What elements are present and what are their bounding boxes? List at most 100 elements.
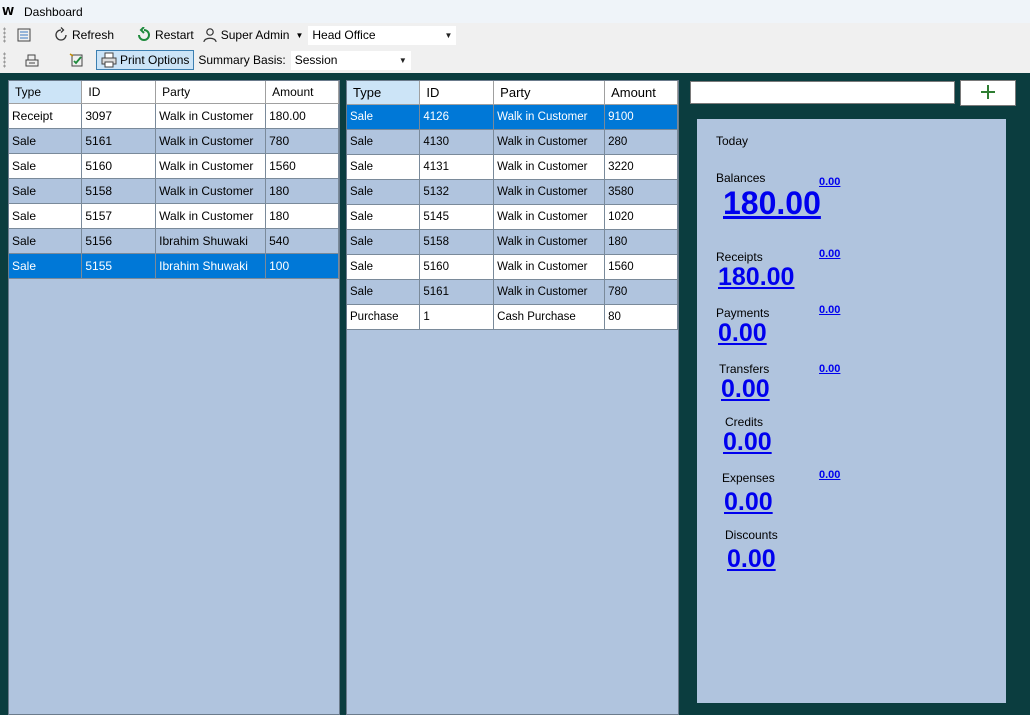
cell-amount[interactable]: 1020	[604, 204, 678, 230]
table-row[interactable]: Sale 5157 Walk in Customer 180	[9, 203, 339, 229]
cell-amount[interactable]: 100	[265, 253, 339, 279]
cell-id[interactable]: 4126	[419, 104, 495, 130]
cell-id[interactable]: 4131	[419, 154, 495, 180]
approve-button[interactable]	[65, 50, 92, 70]
table-row[interactable]: Sale 5158 Walk in Customer 180	[9, 178, 339, 204]
receipts-value-link[interactable]: 180.00	[718, 263, 794, 292]
cell-party[interactable]: Walk in Customer	[155, 128, 267, 154]
cell-type[interactable]: Sale	[347, 154, 421, 180]
balances-prev-link[interactable]: 0.00	[819, 176, 840, 188]
cell-type[interactable]: Sale	[347, 254, 421, 280]
toolbar-grip[interactable]	[3, 27, 6, 43]
column-header-party[interactable]: Party	[493, 81, 606, 105]
cell-id[interactable]: 1	[419, 304, 495, 330]
cell-type[interactable]: Sale	[9, 203, 83, 229]
table-row[interactable]: Receipt 3097 Walk in Customer 180.00	[9, 103, 339, 129]
column-header-type[interactable]: Type	[9, 81, 83, 104]
column-header-amount[interactable]: Amount	[265, 81, 339, 104]
cell-amount[interactable]: 1560	[265, 153, 339, 179]
branch-select[interactable]: Head Office ▼	[307, 24, 458, 46]
cell-amount[interactable]: 1560	[604, 254, 678, 280]
cell-type[interactable]: Sale	[9, 178, 83, 204]
cell-type[interactable]: Sale	[347, 229, 421, 255]
recent-transactions-grid[interactable]: Type ID Party Amount Receipt 3097 Walk in …	[8, 80, 340, 715]
cell-amount[interactable]: 180	[265, 178, 339, 204]
cell-party[interactable]: Walk in Customer	[155, 103, 267, 129]
cell-party[interactable]: Walk in Customer	[493, 254, 606, 280]
table-row[interactable]: Sale 5155 Ibrahim Shuwaki 100	[9, 253, 339, 279]
cell-id[interactable]: 5156	[81, 228, 157, 254]
add-button[interactable]	[960, 80, 1016, 106]
balances-value-link[interactable]: 180.00	[723, 185, 821, 222]
cell-type[interactable]: Sale	[347, 129, 421, 155]
cell-party[interactable]: Walk in Customer	[155, 153, 267, 179]
column-header-type[interactable]: Type	[347, 81, 421, 105]
cell-type[interactable]: Sale	[9, 153, 83, 179]
payments-value-link[interactable]: 0.00	[718, 319, 767, 348]
cell-id[interactable]: 5157	[81, 203, 157, 229]
cell-id[interactable]: 5158	[81, 178, 157, 204]
table-row[interactable]: Sale 4131 Walk in Customer 3220	[347, 154, 678, 180]
cell-type[interactable]: Sale	[9, 228, 83, 254]
table-row[interactable]: Sale 5158 Walk in Customer 180	[347, 229, 678, 255]
cash-register-button[interactable]	[20, 50, 47, 70]
cell-party[interactable]: Ibrahim Shuwaki	[155, 228, 267, 254]
payments-prev-link[interactable]: 0.00	[819, 304, 840, 316]
table-row[interactable]: Sale 5156 Ibrahim Shuwaki 540	[9, 228, 339, 254]
cell-amount[interactable]: 3580	[604, 179, 678, 205]
summary-basis-select[interactable]: Session ▼	[289, 49, 412, 71]
cell-party[interactable]: Walk in Customer	[493, 204, 606, 230]
cell-amount[interactable]: 80	[604, 304, 678, 330]
cell-id[interactable]: 5145	[419, 204, 495, 230]
table-row[interactable]: Sale 4130 Walk in Customer 280	[347, 129, 678, 155]
user-menu-button[interactable]: Super Admin ▼	[198, 25, 308, 45]
cell-party[interactable]: Cash Purchase	[493, 304, 606, 330]
table-row[interactable]: Sale 5160 Walk in Customer 1560	[347, 254, 678, 280]
cell-amount[interactable]: 3220	[604, 154, 678, 180]
column-header-amount[interactable]: Amount	[604, 81, 678, 105]
cell-type[interactable]: Sale	[347, 104, 421, 130]
print-options-button[interactable]: Print Options	[96, 50, 195, 70]
cell-amount[interactable]: 780	[604, 279, 678, 305]
cell-amount[interactable]: 180	[604, 229, 678, 255]
expenses-prev-link[interactable]: 0.00	[819, 469, 840, 481]
cell-party[interactable]: Walk in Customer	[493, 279, 606, 305]
cell-id[interactable]: 3097	[81, 103, 157, 129]
transfers-prev-link[interactable]: 0.00	[819, 363, 840, 375]
table-row[interactable]: Sale 5145 Walk in Customer 1020	[347, 204, 678, 230]
cell-party[interactable]: Walk in Customer	[493, 104, 606, 130]
session-transactions-grid[interactable]: Type ID Party Amount Sale 4126 Walk in Cus…	[346, 80, 679, 715]
cell-type[interactable]: Sale	[9, 253, 83, 279]
cell-type[interactable]: Sale	[9, 128, 83, 154]
credits-value-link[interactable]: 0.00	[723, 428, 772, 457]
cell-type[interactable]: Sale	[347, 279, 421, 305]
cell-party[interactable]: Ibrahim Shuwaki	[155, 253, 267, 279]
column-header-id[interactable]: ID	[419, 81, 495, 105]
refresh-button[interactable]: Refresh	[49, 25, 118, 45]
cell-id[interactable]: 5132	[419, 179, 495, 205]
cell-id[interactable]: 5155	[81, 253, 157, 279]
cell-party[interactable]: Walk in Customer	[155, 178, 267, 204]
restart-button[interactable]: Restart	[132, 25, 198, 45]
cell-amount[interactable]: 180.00	[265, 103, 339, 129]
table-row[interactable]: Sale 5160 Walk in Customer 1560	[9, 153, 339, 179]
table-row[interactable]: Sale 4126 Walk in Customer 9100	[347, 104, 678, 130]
cell-type[interactable]: Sale	[347, 179, 421, 205]
expenses-value-link[interactable]: 0.00	[724, 488, 773, 517]
table-row[interactable]: Sale 5161 Walk in Customer 780	[9, 128, 339, 154]
cell-id[interactable]: 5161	[419, 279, 495, 305]
cell-party[interactable]: Walk in Customer	[493, 229, 606, 255]
cell-id[interactable]: 5160	[419, 254, 495, 280]
cell-id[interactable]: 5158	[419, 229, 495, 255]
table-row[interactable]: Purchase 1 Cash Purchase 80	[347, 304, 678, 330]
cell-party[interactable]: Walk in Customer	[493, 154, 606, 180]
cell-amount[interactable]: 540	[265, 228, 339, 254]
cell-amount[interactable]: 280	[604, 129, 678, 155]
cell-id[interactable]: 5161	[81, 128, 157, 154]
column-header-party[interactable]: Party	[155, 81, 267, 104]
toolbar-grip[interactable]	[3, 52, 6, 68]
cell-party[interactable]: Walk in Customer	[493, 129, 606, 155]
cell-party[interactable]: Walk in Customer	[493, 179, 606, 205]
cell-type[interactable]: Sale	[347, 204, 421, 230]
table-row[interactable]: Sale 5132 Walk in Customer 3580	[347, 179, 678, 205]
